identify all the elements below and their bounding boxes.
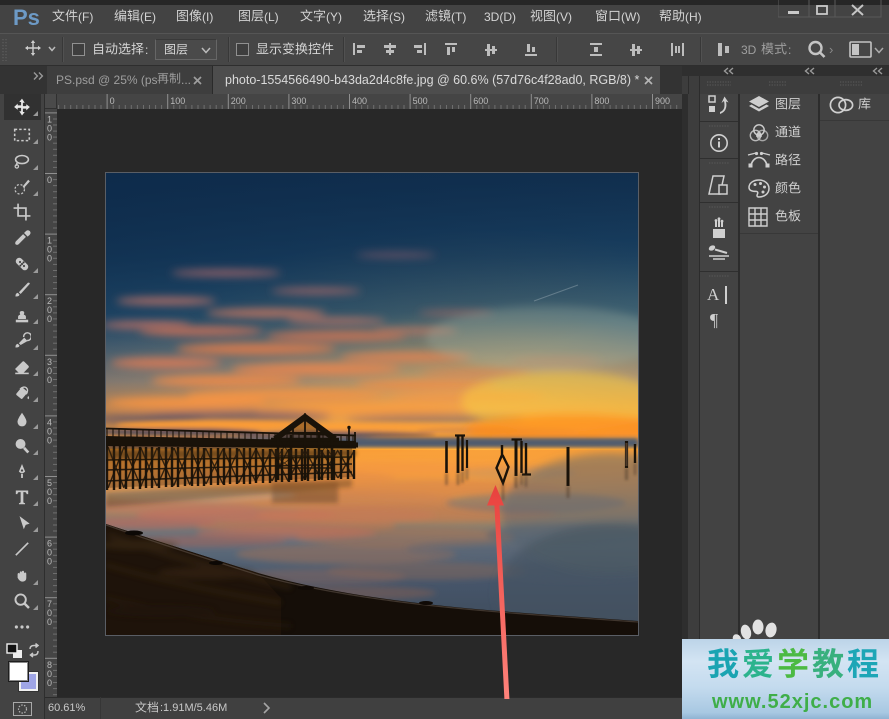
svg-text:400: 400 bbox=[352, 96, 367, 106]
svg-text:0: 0 bbox=[47, 314, 52, 324]
svg-text:0: 0 bbox=[47, 435, 52, 445]
svg-text:800: 800 bbox=[594, 96, 609, 106]
svg-text:300: 300 bbox=[291, 96, 306, 106]
svg-text:700: 700 bbox=[534, 96, 549, 106]
svg-text:0: 0 bbox=[47, 175, 52, 185]
svg-text:600: 600 bbox=[473, 96, 488, 106]
svg-text:200: 200 bbox=[231, 96, 246, 106]
svg-text:0: 0 bbox=[110, 96, 115, 106]
svg-text:0: 0 bbox=[47, 678, 52, 688]
svg-text:0: 0 bbox=[47, 496, 52, 506]
svg-text:500: 500 bbox=[413, 96, 428, 106]
svg-text:0: 0 bbox=[47, 254, 52, 264]
svg-text:100: 100 bbox=[170, 96, 185, 106]
svg-text:900: 900 bbox=[655, 96, 670, 106]
svg-text:0: 0 bbox=[47, 557, 52, 567]
svg-text:0: 0 bbox=[47, 375, 52, 385]
svg-text:0: 0 bbox=[47, 132, 52, 142]
svg-text:0: 0 bbox=[47, 617, 52, 627]
